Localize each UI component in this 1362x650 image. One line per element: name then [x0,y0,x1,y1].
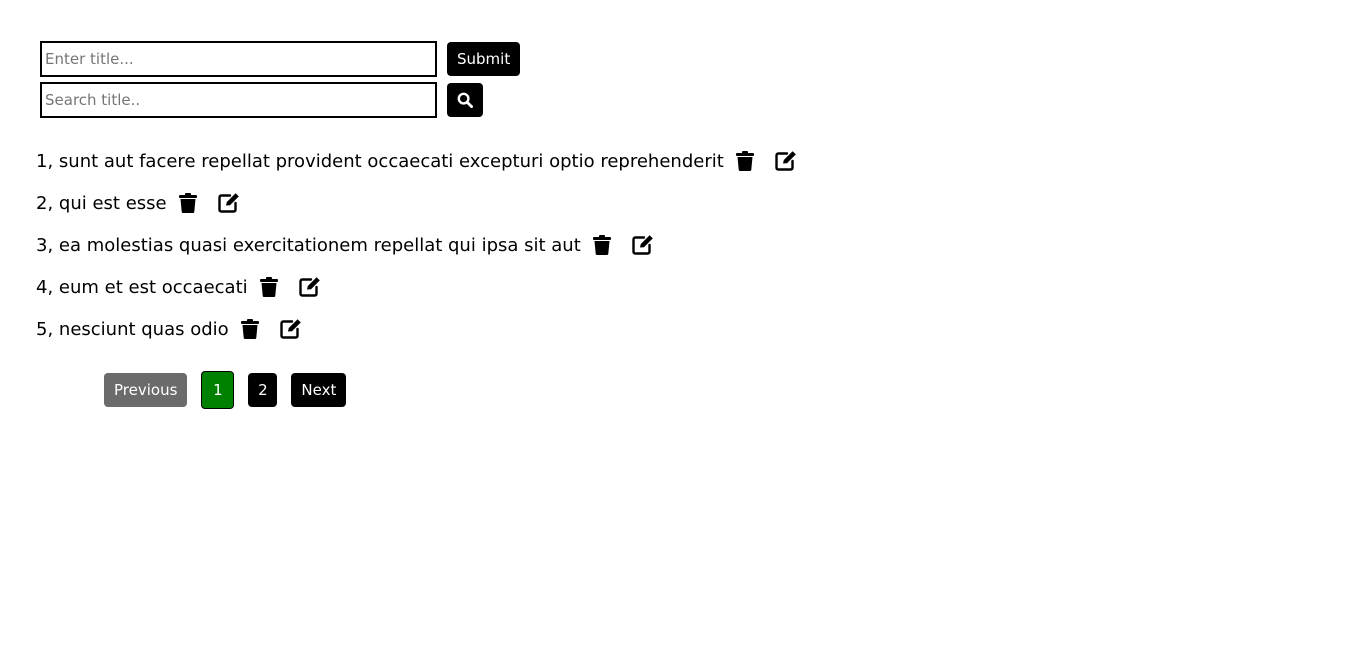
search-icon [457,92,473,108]
title-input[interactable] [40,41,437,77]
post-title: 1, sunt aut facere repellat provident oc… [36,151,724,172]
next-page-button[interactable]: Next [291,373,347,407]
edit-icon [298,277,320,297]
previous-page-button[interactable]: Previous [104,373,188,407]
trash-icon [735,151,754,171]
delete-button[interactable] [239,318,261,340]
delete-button[interactable] [258,276,280,298]
post-title-text: qui est esse [58,192,167,214]
edit-button[interactable] [279,318,302,340]
app-root: Submit 1, sunt aut facere repellat provi… [0,0,1362,650]
edit-icon [217,193,239,213]
post-title: 3, ea molestias quasi exercitationem rep… [36,235,581,256]
post-item: 5, nesciunt quas odio [36,308,797,350]
post-item: 3, ea molestias quasi exercitationem rep… [36,224,797,266]
edit-button[interactable] [632,234,654,256]
page-1-button[interactable]: 1 [201,371,235,409]
page-numbers: 12 [201,371,291,409]
delete-button[interactable] [734,150,756,172]
trash-icon [259,277,278,297]
post-id: 3 [36,234,48,256]
post-title-text: ea molestias quasi exercitationem repell… [58,234,581,256]
post-id: 4 [36,276,48,298]
post-separator: , [47,276,59,298]
post-title-text: nesciunt quas odio [58,318,229,340]
trash-icon [592,235,611,255]
trash-icon [178,193,197,213]
edit-button[interactable] [775,150,797,172]
edit-button[interactable] [217,192,240,214]
post-item: 2, qui est esse [36,182,797,224]
page-2-button[interactable]: 2 [248,373,278,407]
post-separator: , [47,318,59,340]
post-title: 4, eum et est occaecati [36,277,248,298]
edit-icon [279,319,301,339]
search-form [40,82,483,118]
delete-button[interactable] [177,192,199,214]
post-separator: , [47,150,59,172]
post-title: 5, nesciunt quas odio [36,319,229,340]
delete-button[interactable] [591,234,613,256]
post-id: 2 [36,192,48,214]
post-title: 2, qui est esse [36,193,167,214]
edit-icon [775,151,796,171]
submit-button[interactable]: Submit [447,42,521,76]
edit-button[interactable] [298,276,321,298]
post-list: 1, sunt aut facere repellat provident oc… [36,140,797,350]
post-item: 4, eum et est occaecati [36,266,797,308]
search-input[interactable] [40,82,437,118]
search-button[interactable] [447,83,483,117]
post-title-text: sunt aut facere repellat provident occae… [58,150,724,172]
add-post-form: Submit [40,41,521,77]
post-item: 1, sunt aut facere repellat provident oc… [36,140,797,182]
edit-icon [632,235,653,255]
trash-icon [240,319,259,339]
post-id: 5 [36,318,48,340]
post-separator: , [47,192,59,214]
post-id: 1 [36,150,48,172]
pagination: Previous 12 Next [104,371,360,409]
post-title-text: eum et est occaecati [58,276,248,298]
post-separator: , [47,234,59,256]
